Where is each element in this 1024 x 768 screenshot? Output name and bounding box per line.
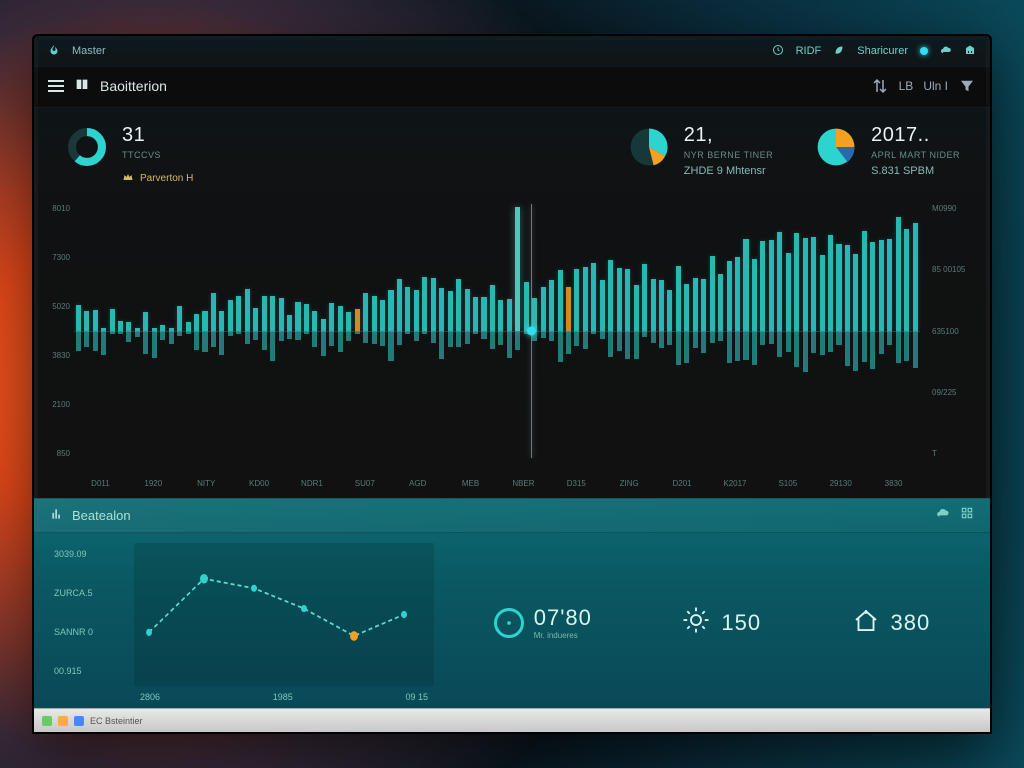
y-axis-left: 80107300502038302100850	[42, 204, 70, 458]
metric-2: 150	[681, 605, 761, 640]
grid-icon[interactable]	[960, 506, 974, 525]
stats-row: 31 TTCCVS Parverton H 21, NYR Berne Tine…	[34, 106, 990, 196]
sub-panel-header: Beatealon	[34, 499, 990, 533]
system-topbar: Master RIDF Sharicurer	[34, 36, 990, 66]
top-link-2[interactable]: Sharicurer	[857, 45, 908, 57]
taskbar-dot-3[interactable]	[74, 716, 84, 726]
stat-card-3: 2017.. APRL MART NIDER S.831 SPBM	[813, 124, 960, 186]
sub-panel: Beatealon 3039.09ZURCA.5SANNR 000.915	[34, 498, 990, 708]
menu-icon[interactable]	[48, 80, 64, 92]
book-icon	[74, 77, 90, 96]
tool-sort-icon[interactable]	[871, 77, 889, 95]
tool-label-2[interactable]: Uln I	[923, 79, 948, 93]
line-chart[interactable]: 2806198509 15	[134, 543, 434, 702]
stat-card-1: 31 TTCCVS Parverton H	[64, 124, 193, 186]
leaf-icon	[833, 44, 845, 59]
metric2-value: 150	[721, 610, 761, 635]
brand-label: Master	[72, 45, 106, 57]
metric-1: 07'80 Mr. indueres	[494, 605, 592, 640]
dot-icon	[920, 47, 928, 55]
building-icon[interactable]	[964, 44, 976, 59]
metric-3: 380	[851, 605, 931, 640]
home-icon	[851, 605, 881, 640]
stat3-value: 2017..	[871, 124, 960, 147]
taskbar-label: EC Bsteintier	[90, 716, 143, 726]
pie-icon	[626, 124, 672, 170]
cloud-icon[interactable]	[936, 506, 950, 525]
app-header: Baoitterion LB Uln I	[34, 66, 990, 106]
y-axis-right: M099085 0010563510009/225T	[932, 204, 982, 458]
page-title: Baoitterion	[100, 78, 167, 94]
stat2-value: 21,	[684, 124, 773, 147]
stat-card-2: 21, NYR Berne Tiner ZHDE 9 Mhtensr	[626, 124, 773, 186]
taskbar-dot-2[interactable]	[58, 716, 68, 726]
donut-icon	[64, 124, 110, 170]
stat3-sub: APRL MART NIDER	[871, 150, 960, 160]
stat1-value: 31	[122, 124, 193, 147]
stat1-extra: Parverton H	[140, 173, 193, 184]
flame-icon	[48, 44, 60, 59]
bar-area	[74, 204, 920, 458]
main-chart[interactable]: 80107300502038302100850 M099085 00105635…	[34, 196, 990, 498]
filter-icon[interactable]	[958, 77, 976, 95]
app-window: Master RIDF Sharicurer Baoitterion LB Ul…	[32, 34, 992, 734]
x-axis: D0111920NITYKD00NDR1SU07AGDMEBNBERD315ZI…	[74, 479, 920, 488]
metric1-value: 07'80	[534, 605, 592, 630]
stat3-extra: S.831 SPBM	[871, 165, 960, 177]
crown-icon	[122, 171, 134, 186]
cloud-icon[interactable]	[940, 44, 952, 59]
os-taskbar[interactable]: EC Bsteintier	[34, 708, 990, 732]
metric3-value: 380	[891, 610, 931, 635]
clock-icon	[772, 44, 784, 59]
stat2-sub: NYR Berne Tiner	[684, 150, 773, 160]
sub-x-axis: 2806198509 15	[134, 692, 434, 702]
metrics-row: 07'80 Mr. indueres 150 380	[454, 543, 970, 702]
cursor-marker[interactable]	[531, 204, 532, 458]
top-link-1[interactable]: RIDF	[796, 45, 822, 57]
sub-y-axis: 3039.09ZURCA.5SANNR 000.915	[54, 543, 114, 702]
sub-panel-title: Beatealon	[72, 508, 131, 523]
chart-icon	[50, 507, 64, 524]
taskbar-dot-1[interactable]	[42, 716, 52, 726]
stat1-sub: TTCCVS	[122, 150, 193, 160]
pie-icon-2	[813, 124, 859, 170]
tool-label-1[interactable]: LB	[899, 79, 914, 93]
stat2-extra: ZHDE 9 Mhtensr	[684, 165, 773, 177]
sun-icon	[681, 605, 711, 640]
gauge-icon	[494, 608, 524, 638]
metric1-sub: Mr. indueres	[534, 631, 592, 640]
